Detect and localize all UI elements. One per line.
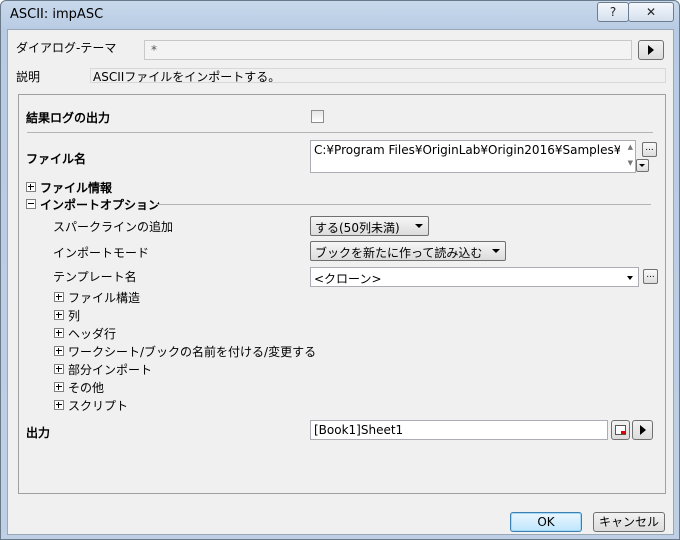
- expand-icon[interactable]: [54, 382, 64, 392]
- expand-icon[interactable]: [54, 400, 64, 410]
- file-browse-button[interactable]: ...: [642, 142, 657, 157]
- expand-icon[interactable]: [54, 346, 64, 356]
- chevron-down-icon: [627, 276, 633, 280]
- expand-file-info-icon[interactable]: [26, 182, 36, 192]
- chevron-down-icon: [415, 224, 423, 228]
- sparkline-value: する(50列未満): [315, 221, 400, 235]
- sparkline-select[interactable]: する(50列未満): [310, 216, 429, 236]
- expand-icon[interactable]: [54, 364, 64, 374]
- dialog-window: ASCII: impASC ? ✕ ダイアログ-テーマ * 説明 ASCIIファ…: [0, 0, 680, 540]
- theme-field[interactable]: *: [144, 40, 632, 60]
- settings-panel: 結果ログの出力 ファイル名 C:¥Program Files¥OriginLab…: [18, 94, 666, 494]
- file-name-label: ファイル名: [26, 152, 87, 166]
- template-value: <クローン>: [314, 272, 382, 286]
- chevron-down-icon: [639, 164, 645, 167]
- close-icon: ✕: [645, 5, 657, 19]
- divider: [27, 132, 653, 133]
- close-button[interactable]: ✕: [628, 2, 674, 22]
- template-label: テンプレート名: [53, 270, 137, 284]
- tree-node-script[interactable]: スクリプト: [68, 397, 128, 414]
- file-info-label[interactable]: ファイル情報: [40, 179, 112, 196]
- triangle-right-icon: [640, 425, 646, 435]
- import-mode-select[interactable]: ブックを新たに作って読み込む: [310, 241, 506, 261]
- sparkline-label: スパークラインの追加: [53, 220, 174, 234]
- result-log-checkbox[interactable]: [311, 110, 324, 123]
- theme-value: *: [151, 43, 157, 57]
- tree-node-header-lines[interactable]: ヘッダ行: [68, 325, 116, 342]
- import-mode-value: ブックを新たに作って読み込む: [315, 246, 483, 260]
- chevron-down-icon: [492, 249, 500, 253]
- expand-icon[interactable]: [54, 292, 64, 302]
- result-log-label: 結果ログの出力: [26, 111, 111, 125]
- scroll-down-icon[interactable]: ▼: [628, 159, 633, 167]
- file-dropdown-button[interactable]: [636, 159, 649, 172]
- red-marker: [621, 431, 626, 434]
- tree-node-columns[interactable]: 列: [68, 307, 80, 324]
- tree-node-misc[interactable]: その他: [68, 379, 104, 396]
- collapse-import-options-icon[interactable]: [26, 199, 36, 209]
- cancel-button[interactable]: キャンセル: [593, 512, 665, 532]
- output-input[interactable]: [Book1]Sheet1: [310, 420, 608, 440]
- theme-menu-button[interactable]: [638, 40, 664, 60]
- output-value: [Book1]Sheet1: [314, 423, 404, 437]
- description-text: ASCIIファイルをインポートする。: [93, 70, 281, 84]
- file-name-input[interactable]: C:¥Program Files¥OriginLab¥Origin2016¥Sa…: [310, 140, 636, 173]
- description-label: 説明: [16, 70, 41, 84]
- expand-icon[interactable]: [54, 328, 64, 338]
- template-browse-button[interactable]: ...: [643, 269, 658, 284]
- output-menu-button[interactable]: [632, 420, 653, 440]
- ok-button[interactable]: OK: [510, 512, 582, 532]
- triangle-right-icon: [648, 45, 654, 55]
- window-title: ASCII: impASC: [10, 7, 104, 22]
- import-options-label[interactable]: インポートオプション: [40, 196, 160, 213]
- tree-node-file-structure[interactable]: ファイル構造: [68, 289, 140, 306]
- title-bar[interactable]: ASCII: impASC ? ✕: [1, 1, 679, 29]
- tree-node-partial-import[interactable]: 部分インポート: [68, 361, 152, 378]
- divider: [157, 204, 651, 205]
- expand-icon[interactable]: [54, 310, 64, 320]
- template-select[interactable]: <クローン>: [310, 267, 639, 287]
- tree-node-rename[interactable]: ワークシート/ブックの名前を付ける/変更する: [68, 343, 316, 360]
- help-button[interactable]: ?: [597, 2, 629, 22]
- scroll-up-icon[interactable]: ▲: [628, 143, 633, 151]
- output-picker-button[interactable]: [611, 420, 630, 440]
- import-mode-label: インポートモード: [53, 246, 150, 260]
- theme-label: ダイアログ-テーマ: [16, 41, 117, 55]
- description-field: ASCIIファイルをインポートする。: [90, 68, 666, 84]
- output-label: 出力: [26, 426, 51, 440]
- file-name-value: C:¥Program Files¥OriginLab¥Origin2016¥Sa…: [314, 143, 620, 157]
- dialog-client: ダイアログ-テーマ * 説明 ASCIIファイルをインポートする。 結果ログの出…: [7, 29, 674, 535]
